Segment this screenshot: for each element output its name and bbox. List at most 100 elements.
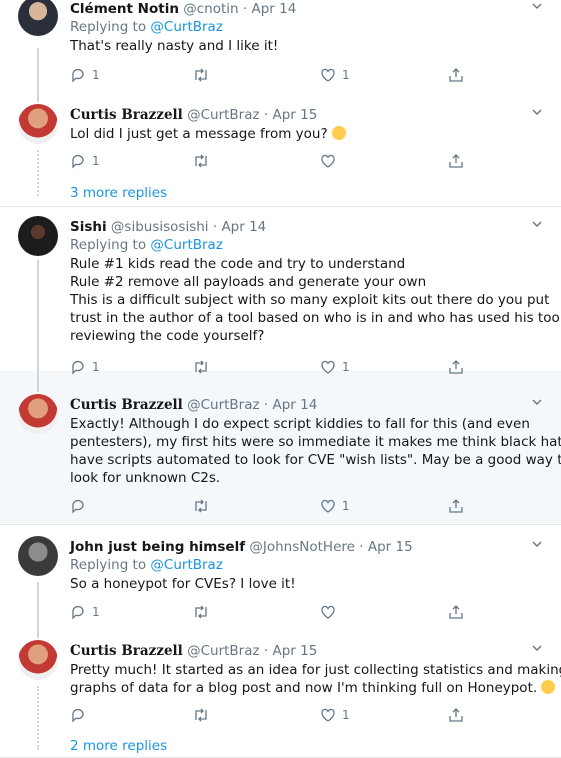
retweet-icon bbox=[195, 154, 207, 168]
chevron-down-icon[interactable] bbox=[531, 642, 543, 654]
replying-to: Replying to @CurtBraz bbox=[70, 236, 551, 254]
mention-link[interactable]: @CurtBraz bbox=[150, 237, 223, 253]
tweet-text-line: This is a difficult subject with so many… bbox=[70, 292, 550, 308]
like-button[interactable]: 1 bbox=[320, 498, 350, 514]
handle[interactable]: @sibusisosishi bbox=[111, 219, 209, 235]
thread-line bbox=[37, 582, 39, 638]
tweet-date[interactable]: Apr 15 bbox=[368, 539, 413, 555]
handle[interactable]: @CurtBraz bbox=[187, 643, 260, 659]
chevron-down-icon[interactable] bbox=[531, 218, 543, 230]
reply-button[interactable]: 1 bbox=[70, 67, 100, 83]
chevron-down-icon[interactable] bbox=[531, 0, 543, 12]
share-button[interactable] bbox=[448, 359, 464, 375]
reply-button[interactable] bbox=[70, 707, 92, 723]
reply-icon bbox=[72, 154, 84, 169]
share-icon bbox=[449, 708, 463, 722]
avatar[interactable] bbox=[18, 640, 58, 680]
tweet[interactable]: Curtis Brazzell @CurtBraz · Apr 15 Lol d… bbox=[70, 106, 551, 143]
tweet-header: Clément Notin @cnotin · Apr 14 bbox=[70, 0, 551, 18]
handle[interactable]: @CurtBraz bbox=[187, 397, 260, 413]
display-name[interactable]: Curtis Brazzell bbox=[70, 397, 183, 413]
retweet-icon bbox=[195, 360, 207, 374]
separator-dot: · bbox=[242, 1, 248, 17]
separator-dot: · bbox=[263, 397, 269, 413]
avatar[interactable] bbox=[18, 0, 58, 36]
tweet-date[interactable]: Apr 15 bbox=[272, 643, 317, 659]
tweet[interactable]: Clément Notin @cnotin · Apr 14 Replying … bbox=[70, 0, 551, 55]
share-button[interactable] bbox=[448, 67, 464, 83]
share-button[interactable] bbox=[448, 498, 464, 514]
reply-button[interactable] bbox=[70, 498, 92, 514]
like-button[interactable] bbox=[320, 153, 342, 169]
tweet-text: Lol did I just get a message from you? bbox=[70, 125, 551, 143]
display-name[interactable]: John just being himself bbox=[70, 539, 245, 555]
divider bbox=[0, 206, 561, 207]
tweet-header: Curtis Brazzell @CurtBraz · Apr 15 bbox=[70, 106, 551, 124]
avatar[interactable] bbox=[18, 104, 58, 144]
like-count: 1 bbox=[342, 68, 350, 82]
grinning-squinting-face-emoji bbox=[331, 126, 346, 140]
reply-button[interactable]: 1 bbox=[70, 359, 100, 375]
like-button[interactable] bbox=[320, 604, 342, 620]
slightly-smiling-face-emoji bbox=[541, 680, 556, 694]
more-replies-link[interactable]: 2 more replies bbox=[70, 738, 167, 754]
tweet[interactable]: Curtis Brazzell @CurtBraz · Apr 15 Prett… bbox=[70, 642, 561, 697]
display-name[interactable]: Sishi bbox=[70, 219, 107, 235]
retweet-icon bbox=[195, 499, 207, 513]
share-button[interactable] bbox=[448, 153, 464, 169]
tweet[interactable]: John just being himself @JohnsNotHere · … bbox=[70, 538, 551, 593]
handle[interactable]: @JohnsNotHere bbox=[249, 539, 355, 555]
chevron-down-icon[interactable] bbox=[531, 106, 543, 118]
replying-to-label: Replying to bbox=[70, 19, 147, 35]
separator-dot: · bbox=[263, 643, 269, 659]
chevron-down-icon[interactable] bbox=[531, 538, 543, 550]
like-button[interactable]: 1 bbox=[320, 67, 350, 83]
more-replies-link[interactable]: 3 more replies bbox=[70, 185, 167, 201]
like-count: 1 bbox=[342, 499, 350, 513]
retweet-button[interactable] bbox=[192, 153, 216, 169]
retweet-button[interactable] bbox=[192, 67, 216, 83]
reply-icon bbox=[72, 708, 84, 723]
tweet-text-line: Pretty much! It started as an idea for j… bbox=[70, 662, 561, 678]
handle[interactable]: @cnotin bbox=[183, 1, 238, 17]
mention-link[interactable]: @CurtBraz bbox=[150, 557, 223, 573]
retweet-button[interactable] bbox=[192, 707, 216, 723]
mention-link[interactable]: @CurtBraz bbox=[150, 19, 223, 35]
retweet-icon bbox=[195, 605, 207, 619]
chevron-down-icon[interactable] bbox=[531, 396, 543, 408]
share-button[interactable] bbox=[448, 707, 464, 723]
avatar[interactable] bbox=[18, 216, 58, 256]
reply-button[interactable]: 1 bbox=[70, 153, 100, 169]
tweet-date[interactable]: Apr 14 bbox=[221, 219, 266, 235]
tweet[interactable]: Sishi @sibusisosishi · Apr 14 Replying t… bbox=[70, 218, 561, 345]
tweet-text-line: Lol did I just get a message from you? bbox=[70, 125, 551, 143]
divider bbox=[0, 524, 561, 525]
tweet-date[interactable]: Apr 14 bbox=[251, 1, 296, 17]
like-button[interactable]: 1 bbox=[320, 359, 350, 375]
display-name[interactable]: Clément Notin bbox=[70, 1, 179, 17]
avatar[interactable] bbox=[18, 536, 58, 576]
tweet-date[interactable]: Apr 15 bbox=[272, 107, 317, 123]
display-name[interactable]: Curtis Brazzell bbox=[70, 107, 183, 123]
share-icon bbox=[449, 68, 463, 82]
tweet-header: John just being himself @JohnsNotHere · … bbox=[70, 538, 551, 556]
avatar[interactable] bbox=[18, 394, 58, 434]
retweet-button[interactable] bbox=[192, 604, 216, 620]
reply-icon bbox=[72, 68, 84, 83]
tweet[interactable]: Curtis Brazzell @CurtBraz · Apr 14 Exact… bbox=[70, 396, 561, 487]
handle[interactable]: @CurtBraz bbox=[187, 107, 260, 123]
tweet-text: Pretty much! It started as an idea for j… bbox=[70, 661, 561, 697]
display-name[interactable]: Curtis Brazzell bbox=[70, 643, 183, 659]
share-button[interactable] bbox=[448, 604, 464, 620]
separator-dot: · bbox=[263, 107, 269, 123]
tweet-date[interactable]: Apr 14 bbox=[272, 397, 317, 413]
tweet-text-line: Exactly! Although I do expect script kid… bbox=[70, 416, 530, 432]
reply-button[interactable]: 1 bbox=[70, 604, 100, 620]
reply-count: 1 bbox=[92, 154, 100, 168]
like-button[interactable]: 1 bbox=[320, 707, 350, 723]
retweet-button[interactable] bbox=[192, 498, 216, 514]
separator-dot: · bbox=[212, 219, 218, 235]
retweet-button[interactable] bbox=[192, 359, 216, 375]
like-icon bbox=[321, 154, 335, 168]
tweet-text: Exactly! Although I do expect script kid… bbox=[70, 415, 561, 487]
